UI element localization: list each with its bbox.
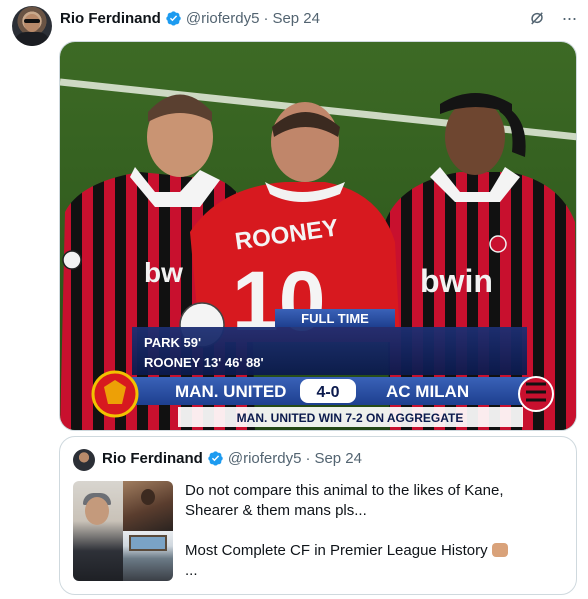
thumbnail-image-2 (123, 481, 173, 531)
quoted-text-line-3: Most Complete CF in Premier League Histo… (185, 542, 488, 559)
verified-badge-icon (208, 451, 223, 466)
quoted-text-line: Shearer & them mans pls... (185, 502, 367, 519)
quoted-author-handle[interactable]: @rioferdy5 (228, 450, 302, 467)
quoted-tweet-header: Rio Ferdinand @rioferdy5 · Sep 24 (102, 450, 362, 467)
milan-crest-icon (518, 376, 554, 412)
separator-dot: · (305, 450, 311, 467)
quoted-tweet-text: Do not compare this animal to the likes … (185, 481, 565, 581)
more-options-icon[interactable]: ··· (560, 8, 578, 28)
tweet-media-image[interactable]: bw bwin ROONEY 10 FULL TIME PARK 59' ROO… (59, 41, 577, 431)
thumbnail-image-3 (123, 531, 173, 581)
right-shirt-sponsor: bwin (420, 263, 493, 299)
scorer-2: ROONEY 13' 46' 88' (144, 355, 264, 370)
quoted-tweet[interactable]: Rio Ferdinand @rioferdy5 · Sep 24 Do not… (59, 436, 577, 595)
grok-icon[interactable] (528, 9, 546, 27)
quoted-text-line: Most Complete CF in Premier League Histo… (185, 541, 565, 561)
tweet-date[interactable]: Sep 24 (272, 10, 320, 27)
quoted-author-avatar[interactable] (73, 449, 95, 471)
aggregate-footer: MAN. UNITED WIN 7-2 ON AGGREGATE (237, 411, 464, 425)
quoted-text-line: ... (185, 562, 198, 579)
match-photo: bw bwin ROONEY 10 FULL TIME PARK 59' ROO… (60, 42, 576, 430)
author-handle[interactable]: @rioferdy5 (186, 10, 260, 27)
separator-dot: · (263, 9, 269, 27)
tweet-header: Rio Ferdinand @rioferdy5 · Sep 24 ··· (60, 8, 578, 28)
author-avatar[interactable] (12, 6, 52, 46)
verified-badge-icon (166, 10, 181, 26)
quoted-tweet-date[interactable]: Sep 24 (314, 450, 362, 467)
scorer-1: PARK 59' (144, 335, 201, 350)
left-shirt-sponsor: bw (144, 257, 183, 288)
quoted-author-name[interactable]: Rio Ferdinand (102, 450, 203, 467)
author-name[interactable]: Rio Ferdinand (60, 10, 161, 27)
fist-emoji-icon (491, 543, 508, 557)
quoted-text-line: Do not compare this animal to the likes … (185, 482, 504, 499)
quoted-media-thumbnail[interactable] (73, 481, 173, 581)
home-team: MAN. UNITED (175, 382, 286, 401)
score: 4-0 (316, 384, 339, 401)
thumbnail-image-1 (73, 481, 123, 581)
away-team: AC MILAN (386, 382, 469, 401)
scoreboard-status: FULL TIME (301, 311, 369, 326)
